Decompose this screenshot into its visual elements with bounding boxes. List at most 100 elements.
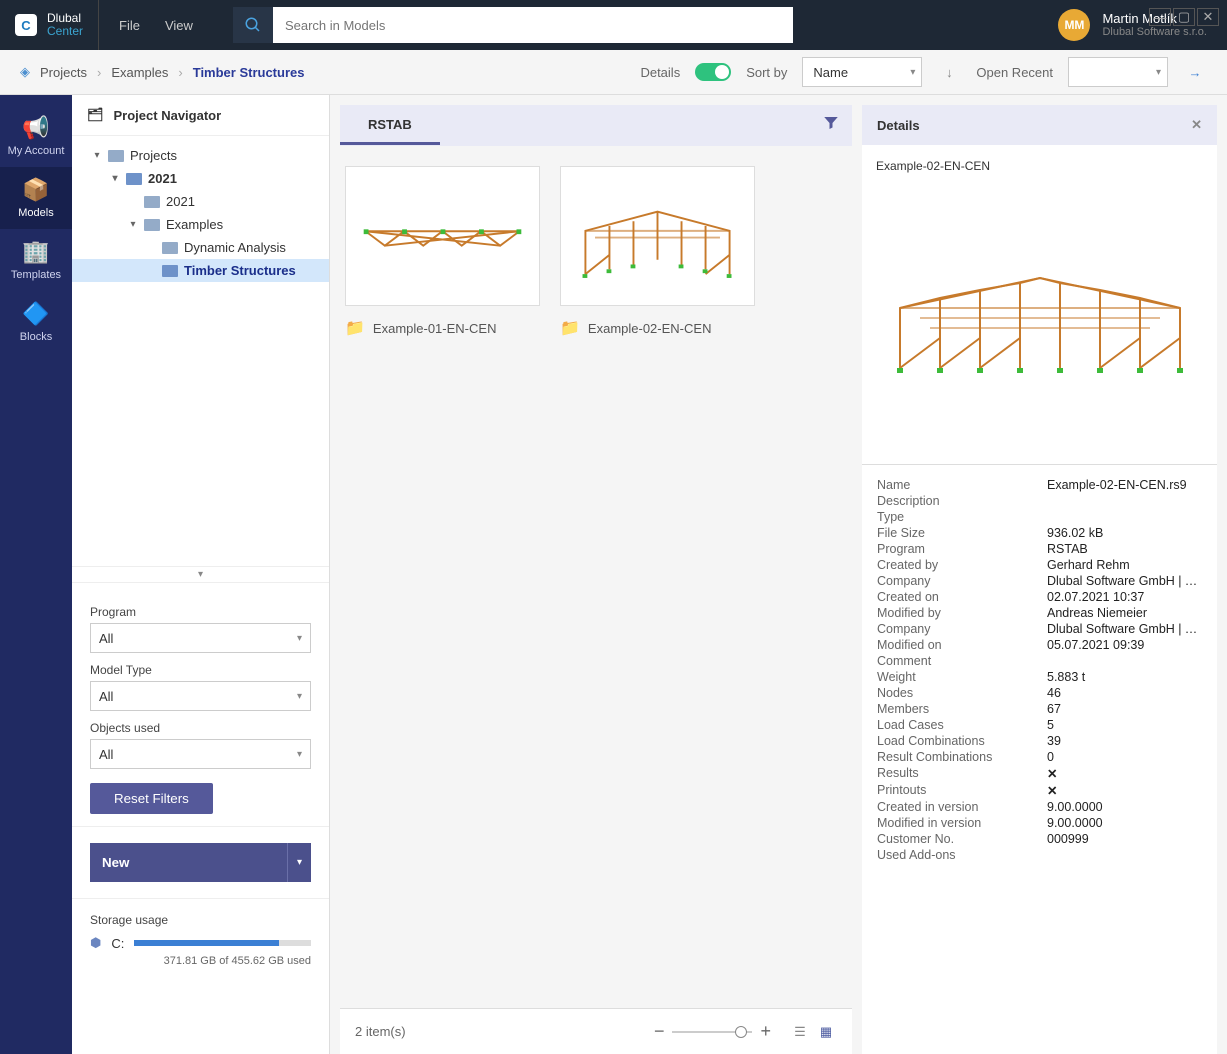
detail-row: Created byGerhard Rehm [877,557,1202,573]
box-icon: 📦 [22,177,49,203]
app-subtitle: Center [47,25,83,38]
user-company: Dlubal Software s.r.o. [1102,26,1207,39]
navigator-header: 🗂 Project Navigator [72,95,329,136]
toolbar: ◈ Projects › Examples › Timber Structure… [0,50,1227,95]
model-type-label: Model Type [90,663,311,677]
logo-icon: C [15,14,37,36]
model-type-select[interactable]: All▾ [90,681,311,711]
model-icon: 📁 [345,318,365,338]
details-title: Details [877,118,920,133]
objects-used-label: Objects used [90,721,311,735]
search-input[interactable] [273,7,793,43]
detail-row: CompanyDlubal Software GmbH | Tief… [877,621,1202,637]
detail-row: Members67 [877,701,1202,717]
close-button[interactable]: ✕ [1197,8,1219,26]
tree-item[interactable]: ▾2021 [72,167,329,190]
navigator-icon: 🗂 [87,107,104,123]
detail-row: ProgramRSTAB [877,541,1202,557]
detail-row: Load Combinations39 [877,733,1202,749]
grid-view-button[interactable]: ▦ [815,1021,837,1043]
rail-models[interactable]: 📦 Models [0,167,72,229]
detail-row: Nodes46 [877,685,1202,701]
details-model-name: Example-02-EN-CEN [876,159,1203,173]
model-name: Example-02-EN-CEN [588,321,712,336]
tab-rstab[interactable]: RSTAB [340,105,440,144]
breadcrumb-item[interactable]: Examples [111,65,168,80]
detail-row: File Size936.02 kB [877,525,1202,541]
sort-select[interactable]: Name▾ [802,57,922,87]
model-name: Example-01-EN-CEN [373,321,497,336]
detail-row: Modified byAndreas Niemeier [877,605,1202,621]
breadcrumb-current: Timber Structures [193,65,305,80]
folder-icon [108,150,124,162]
cube-home-icon[interactable]: ◈ [20,64,30,80]
folder-icon [144,196,160,208]
storage-text: 371.81 GB of 455.62 GB used [90,955,311,967]
tree-item[interactable]: 2021 [72,190,329,213]
preview-image [876,183,1203,433]
close-details-button[interactable]: ✕ [1191,117,1202,133]
breadcrumb-item[interactable]: Projects [40,65,87,80]
navigator-panel: 🗂 Project Navigator ▾Projects▾20212021▾E… [72,95,330,1054]
filter-icon[interactable] [822,114,840,135]
tree-item[interactable]: Timber Structures [72,259,329,282]
recent-select[interactable]: ▾ [1068,57,1168,87]
program-select[interactable]: All▾ [90,623,311,653]
menu-view[interactable]: View [165,18,193,33]
rail-blocks[interactable]: 🔷 Blocks [0,291,72,353]
detail-row: Load Cases5 [877,717,1202,733]
reset-filters-button[interactable]: Reset Filters [90,783,213,814]
detail-row: Created in version9.00.0000 [877,799,1202,815]
tree-item[interactable]: Dynamic Analysis [72,236,329,259]
maximize-button[interactable]: ▢ [1173,8,1195,26]
folder-icon [144,219,160,231]
project-tree: ▾Projects▾20212021▾ExamplesDynamic Analy… [72,136,329,566]
details-toggle[interactable] [695,63,731,81]
new-button-dropdown[interactable]: ▾ [287,843,311,882]
detail-row: Type [877,509,1202,525]
drive-label: C: [111,936,124,951]
detail-row: CompanyDlubal Software GmbH | Tief… [877,573,1202,589]
model-icon: 📁 [560,318,580,338]
open-recent-button[interactable]: → [1183,60,1207,84]
folder-icon [162,265,178,277]
logo: C Dlubal Center [0,0,99,50]
rail-my-account[interactable]: 📢 My Account [0,105,72,167]
folder-icon [162,242,178,254]
detail-row: Created on02.07.2021 10:37 [877,589,1202,605]
megaphone-icon: 📢 [22,115,49,141]
objects-used-select[interactable]: All▾ [90,739,311,769]
model-thumbnail[interactable] [345,166,540,306]
tree-item[interactable]: ▾Projects [72,144,329,167]
app-header: C Dlubal Center File View MM Martin Motl… [0,0,1227,50]
list-view-button[interactable]: ☰ [789,1021,811,1043]
detail-row: Results✕ [877,765,1202,782]
zoom-out-button[interactable]: − [654,1021,665,1042]
program-label: Program [90,605,311,619]
drive-icon: ⬢ [90,935,101,951]
tree-item[interactable]: ▾Examples [72,213,329,236]
model-thumbnail[interactable] [560,166,755,306]
storage-bar [134,940,311,946]
search-icon[interactable] [233,7,273,43]
detail-row: Printouts✕ [877,782,1202,799]
zoom-in-button[interactable]: + [760,1021,771,1042]
minimize-button[interactable]: — [1149,8,1171,26]
detail-row: Customer No.000999 [877,831,1202,847]
storage-title: Storage usage [90,913,311,927]
avatar[interactable]: MM [1058,9,1090,41]
folder-icon [126,173,142,185]
sort-direction-button[interactable]: ↓ [937,60,961,84]
new-button[interactable]: New [90,843,287,882]
recent-label: Open Recent [976,65,1053,80]
tree-collapse-bar[interactable]: ▾ [72,566,329,583]
breadcrumb: ◈ Projects › Examples › Timber Structure… [20,64,304,80]
detail-row: Used Add-ons [877,847,1202,863]
rail-templates[interactable]: 🏢 Templates [0,229,72,291]
building-icon: 🏢 [22,239,49,265]
zoom-slider[interactable] [672,1031,752,1033]
details-panel: Details ✕ Example-02-EN-CEN [862,105,1217,1054]
menu-file[interactable]: File [119,18,140,33]
details-toggle-label: Details [640,65,680,80]
item-count: 2 item(s) [355,1024,406,1039]
